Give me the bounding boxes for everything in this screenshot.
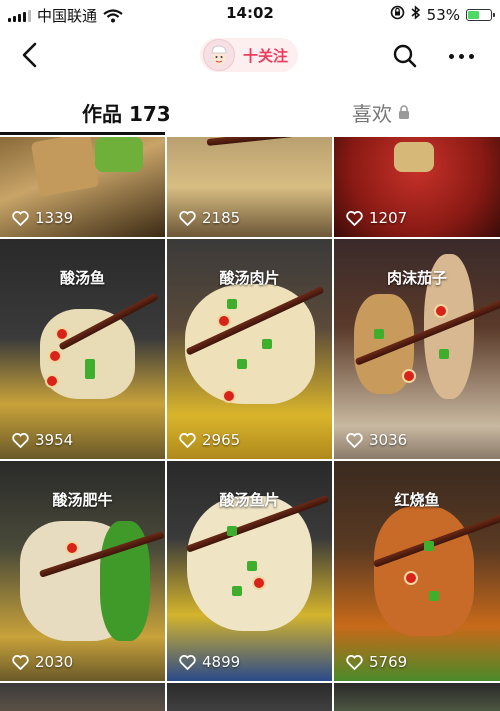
heart-icon <box>179 654 196 670</box>
like-count: 3036 <box>346 431 407 449</box>
tab-likes-label: 喜欢 <box>352 102 392 126</box>
tab-active-indicator <box>0 132 165 135</box>
more-dots-icon <box>449 54 454 59</box>
bluetooth-icon <box>411 5 421 24</box>
video-thumbnail[interactable]: 酸汤肥牛 2030 <box>0 461 165 681</box>
status-bar: 中国联通 14:02 53% <box>0 0 500 28</box>
like-count: 3954 <box>12 431 73 449</box>
search-icon <box>393 44 417 68</box>
works-grid: 1339 2185 1207 酸汤鱼 3954 酸汤肉片 2965 肉沫茄子 3… <box>0 137 500 711</box>
video-thumbnail[interactable]: 肉沫茄子 3036 <box>334 239 500 459</box>
video-caption: 红烧鱼 <box>394 491 440 509</box>
back-button[interactable] <box>18 42 42 68</box>
video-thumbnail[interactable]: 1339 <box>0 137 165 237</box>
heart-icon <box>179 432 196 448</box>
tab-works[interactable]: 作品 173 <box>82 98 171 127</box>
rotation-lock-icon <box>390 5 405 24</box>
heart-icon <box>179 210 196 226</box>
follow-button[interactable]: 十关注 <box>243 45 288 66</box>
video-caption: 酸汤鱼片 <box>219 491 280 509</box>
video-caption: 酸汤鱼 <box>59 269 105 287</box>
video-caption: 肉沫茄子 <box>386 269 447 287</box>
battery-icon <box>466 8 495 21</box>
video-thumbnail[interactable]: 2185 <box>167 137 332 237</box>
status-right: 53% <box>390 5 495 24</box>
battery-percent: 53% <box>426 5 460 24</box>
profile-follow-pill[interactable]: 十关注 <box>200 38 299 72</box>
video-caption: 酸汤肥牛 <box>52 491 113 509</box>
video-thumbnail[interactable]: 红烧鱼 5769 <box>334 461 500 681</box>
like-count: 1339 <box>12 209 73 227</box>
heart-icon <box>346 654 363 670</box>
like-count: 5769 <box>346 653 407 671</box>
video-thumbnail[interactable]: 酸汤肉片 2965 <box>167 239 332 459</box>
more-button[interactable] <box>449 54 474 59</box>
lock-icon <box>399 105 409 119</box>
video-thumbnail[interactable] <box>0 683 165 711</box>
video-caption: 酸汤肉片 <box>219 269 280 287</box>
heart-icon <box>346 210 363 226</box>
heart-icon <box>12 654 29 670</box>
like-count: 4899 <box>179 653 240 671</box>
like-count: 2185 <box>179 209 240 227</box>
tab-likes[interactable]: 喜欢 <box>352 98 410 127</box>
avatar[interactable] <box>203 39 235 71</box>
video-thumbnail[interactable]: 1207 <box>334 137 500 237</box>
heart-icon <box>12 210 29 226</box>
like-count: 2965 <box>179 431 240 449</box>
video-thumbnail[interactable]: 酸汤鱼 3954 <box>0 239 165 459</box>
profile-tabs: 作品 173 喜欢 <box>0 88 500 136</box>
video-thumbnail[interactable]: 酸汤鱼片 4899 <box>167 461 332 681</box>
video-thumbnail[interactable] <box>334 683 500 711</box>
nav-bar: 十关注 <box>0 30 500 80</box>
heart-icon <box>12 432 29 448</box>
search-button[interactable] <box>392 43 418 69</box>
chevron-left-icon <box>22 42 37 68</box>
like-count: 2030 <box>12 653 73 671</box>
video-thumbnail[interactable] <box>167 683 332 711</box>
heart-icon <box>346 432 363 448</box>
like-count: 1207 <box>346 209 407 227</box>
